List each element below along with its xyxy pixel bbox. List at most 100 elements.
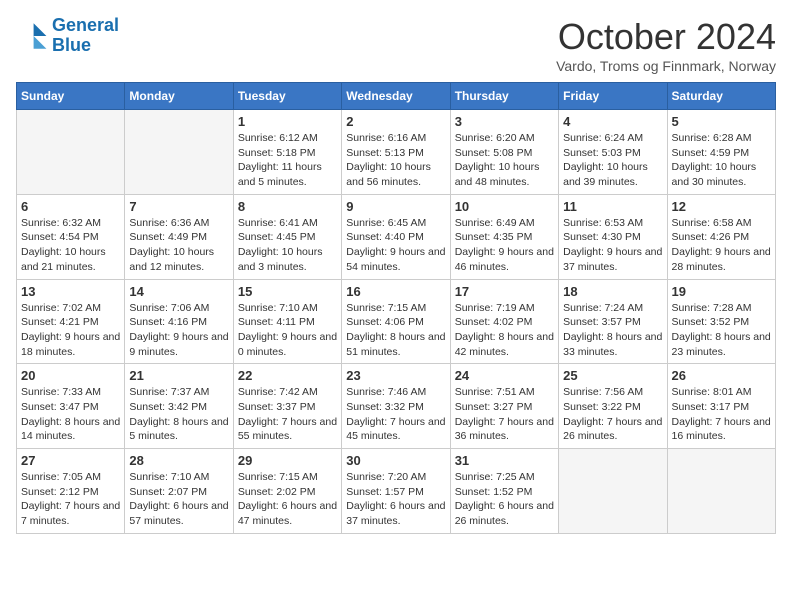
header-tuesday: Tuesday (233, 83, 341, 110)
logo-line1: General (52, 15, 119, 35)
day-number: 1 (238, 114, 337, 129)
header-wednesday: Wednesday (342, 83, 450, 110)
day-info: Sunrise: 7:02 AM Sunset: 4:21 PM Dayligh… (21, 301, 120, 360)
logo-icon (16, 20, 48, 52)
day-info: Sunrise: 6:36 AM Sunset: 4:49 PM Dayligh… (129, 216, 228, 275)
calendar-cell: 5 Sunrise: 6:28 AM Sunset: 4:59 PM Daylig… (667, 110, 775, 195)
day-info: Sunrise: 6:53 AM Sunset: 4:30 PM Dayligh… (563, 216, 662, 275)
calendar-cell: 12 Sunrise: 6:58 AM Sunset: 4:26 PM Dayli… (667, 194, 775, 279)
day-number: 25 (563, 368, 662, 383)
day-number: 19 (672, 284, 771, 299)
day-number: 29 (238, 453, 337, 468)
page-header: General Blue October 2024 Vardo, Troms o… (16, 16, 776, 74)
calendar-cell: 17 Sunrise: 7:19 AM Sunset: 4:02 PM Dayli… (450, 279, 558, 364)
day-info: Sunrise: 7:33 AM Sunset: 3:47 PM Dayligh… (21, 385, 120, 444)
calendar-cell (125, 110, 233, 195)
day-number: 10 (455, 199, 554, 214)
calendar-cell: 25Sunrise: 7:56 AM Sunset: 3:22 PM Dayli… (559, 364, 667, 449)
day-number: 20 (21, 368, 120, 383)
day-number: 15 (238, 284, 337, 299)
calendar-cell: 14 Sunrise: 7:06 AM Sunset: 4:16 PM Dayli… (125, 279, 233, 364)
calendar-cell: 30 Sunrise: 7:20 AM Sunset: 1:57 PM Dayli… (342, 449, 450, 534)
header-thursday: Thursday (450, 83, 558, 110)
day-number: 5 (672, 114, 771, 129)
calendar-cell: 11Sunrise: 6:53 AM Sunset: 4:30 PM Dayli… (559, 194, 667, 279)
calendar-cell (17, 110, 125, 195)
calendar-cell: 9Sunrise: 6:45 AM Sunset: 4:40 PM Daylig… (342, 194, 450, 279)
calendar-cell: 2 Sunrise: 6:16 AM Sunset: 5:13 PM Daylig… (342, 110, 450, 195)
day-info: Sunrise: 7:06 AM Sunset: 4:16 PM Dayligh… (129, 301, 228, 360)
calendar-cell (667, 449, 775, 534)
day-number: 3 (455, 114, 554, 129)
location-subtitle: Vardo, Troms og Finnmark, Norway (556, 58, 776, 74)
day-number: 30 (346, 453, 445, 468)
day-number: 14 (129, 284, 228, 299)
day-number: 2 (346, 114, 445, 129)
day-info: Sunrise: 7:28 AM Sunset: 3:52 PM Dayligh… (672, 301, 771, 360)
day-info: Sunrise: 7:37 AM Sunset: 3:42 PM Dayligh… (129, 385, 228, 444)
day-number: 27 (21, 453, 120, 468)
calendar-cell: 4 Sunrise: 6:24 AM Sunset: 5:03 PM Daylig… (559, 110, 667, 195)
calendar-cell: 31 Sunrise: 7:25 AM Sunset: 1:52 PM Dayli… (450, 449, 558, 534)
day-info: Sunrise: 7:15 AM Sunset: 2:02 PM Dayligh… (238, 470, 337, 529)
calendar-cell: 7Sunrise: 6:36 AM Sunset: 4:49 PM Daylig… (125, 194, 233, 279)
day-info: Sunrise: 7:19 AM Sunset: 4:02 PM Dayligh… (455, 301, 554, 360)
calendar-week-5: 27 Sunrise: 7:05 AM Sunset: 2:12 PM Dayli… (17, 449, 776, 534)
calendar-cell: 10 Sunrise: 6:49 AM Sunset: 4:35 PM Dayli… (450, 194, 558, 279)
logo-text: General Blue (52, 16, 119, 56)
day-info: Sunrise: 7:10 AM Sunset: 4:11 PM Dayligh… (238, 301, 337, 360)
day-number: 24 (455, 368, 554, 383)
title-section: October 2024 Vardo, Troms og Finnmark, N… (556, 16, 776, 74)
calendar-cell: 15 Sunrise: 7:10 AM Sunset: 4:11 PM Dayli… (233, 279, 341, 364)
calendar-cell: 13Sunrise: 7:02 AM Sunset: 4:21 PM Dayli… (17, 279, 125, 364)
day-info: Sunrise: 7:20 AM Sunset: 1:57 PM Dayligh… (346, 470, 445, 529)
day-number: 12 (672, 199, 771, 214)
day-info: Sunrise: 7:15 AM Sunset: 4:06 PM Dayligh… (346, 301, 445, 360)
day-info: Sunrise: 6:41 AM Sunset: 4:45 PM Dayligh… (238, 216, 337, 275)
calendar-cell: 27 Sunrise: 7:05 AM Sunset: 2:12 PM Dayli… (17, 449, 125, 534)
calendar-cell: 26 Sunrise: 8:01 AM Sunset: 3:17 PM Dayli… (667, 364, 775, 449)
calendar-cell: 3 Sunrise: 6:20 AM Sunset: 5:08 PM Daylig… (450, 110, 558, 195)
header-sunday: Sunday (17, 83, 125, 110)
day-info: Sunrise: 6:16 AM Sunset: 5:13 PM Dayligh… (346, 131, 445, 190)
day-info: Sunrise: 7:51 AM Sunset: 3:27 PM Dayligh… (455, 385, 554, 444)
day-number: 16 (346, 284, 445, 299)
calendar-cell: 20 Sunrise: 7:33 AM Sunset: 3:47 PM Dayli… (17, 364, 125, 449)
calendar-week-4: 20 Sunrise: 7:33 AM Sunset: 3:47 PM Dayli… (17, 364, 776, 449)
day-info: Sunrise: 7:25 AM Sunset: 1:52 PM Dayligh… (455, 470, 554, 529)
calendar-cell: 8Sunrise: 6:41 AM Sunset: 4:45 PM Daylig… (233, 194, 341, 279)
day-info: Sunrise: 6:12 AM Sunset: 5:18 PM Dayligh… (238, 131, 337, 190)
day-info: Sunrise: 7:10 AM Sunset: 2:07 PM Dayligh… (129, 470, 228, 529)
day-info: Sunrise: 6:32 AM Sunset: 4:54 PM Dayligh… (21, 216, 120, 275)
calendar-cell: 19 Sunrise: 7:28 AM Sunset: 3:52 PM Dayli… (667, 279, 775, 364)
header-saturday: Saturday (667, 83, 775, 110)
day-info: Sunrise: 6:20 AM Sunset: 5:08 PM Dayligh… (455, 131, 554, 190)
day-number: 17 (455, 284, 554, 299)
header-monday: Monday (125, 83, 233, 110)
calendar-cell: 18 Sunrise: 7:24 AM Sunset: 3:57 PM Dayli… (559, 279, 667, 364)
day-number: 31 (455, 453, 554, 468)
day-number: 18 (563, 284, 662, 299)
day-number: 9 (346, 199, 445, 214)
day-number: 23 (346, 368, 445, 383)
day-info: Sunrise: 6:24 AM Sunset: 5:03 PM Dayligh… (563, 131, 662, 190)
day-number: 21 (129, 368, 228, 383)
day-info: Sunrise: 6:28 AM Sunset: 4:59 PM Dayligh… (672, 131, 771, 190)
calendar-cell: 1 Sunrise: 6:12 AM Sunset: 5:18 PM Daylig… (233, 110, 341, 195)
calendar-week-3: 13Sunrise: 7:02 AM Sunset: 4:21 PM Dayli… (17, 279, 776, 364)
day-number: 22 (238, 368, 337, 383)
day-info: Sunrise: 6:58 AM Sunset: 4:26 PM Dayligh… (672, 216, 771, 275)
calendar-week-1: 1 Sunrise: 6:12 AM Sunset: 5:18 PM Daylig… (17, 110, 776, 195)
day-info: Sunrise: 6:49 AM Sunset: 4:35 PM Dayligh… (455, 216, 554, 275)
logo: General Blue (16, 16, 119, 56)
calendar-cell: 29 Sunrise: 7:15 AM Sunset: 2:02 PM Dayli… (233, 449, 341, 534)
day-info: Sunrise: 7:24 AM Sunset: 3:57 PM Dayligh… (563, 301, 662, 360)
calendar-cell: 16 Sunrise: 7:15 AM Sunset: 4:06 PM Dayli… (342, 279, 450, 364)
calendar-header-row: Sunday Monday Tuesday Wednesday Thursday… (17, 83, 776, 110)
day-number: 4 (563, 114, 662, 129)
calendar-cell: 24 Sunrise: 7:51 AM Sunset: 3:27 PM Dayli… (450, 364, 558, 449)
day-number: 26 (672, 368, 771, 383)
day-info: Sunrise: 8:01 AM Sunset: 3:17 PM Dayligh… (672, 385, 771, 444)
day-info: Sunrise: 7:05 AM Sunset: 2:12 PM Dayligh… (21, 470, 120, 529)
header-friday: Friday (559, 83, 667, 110)
